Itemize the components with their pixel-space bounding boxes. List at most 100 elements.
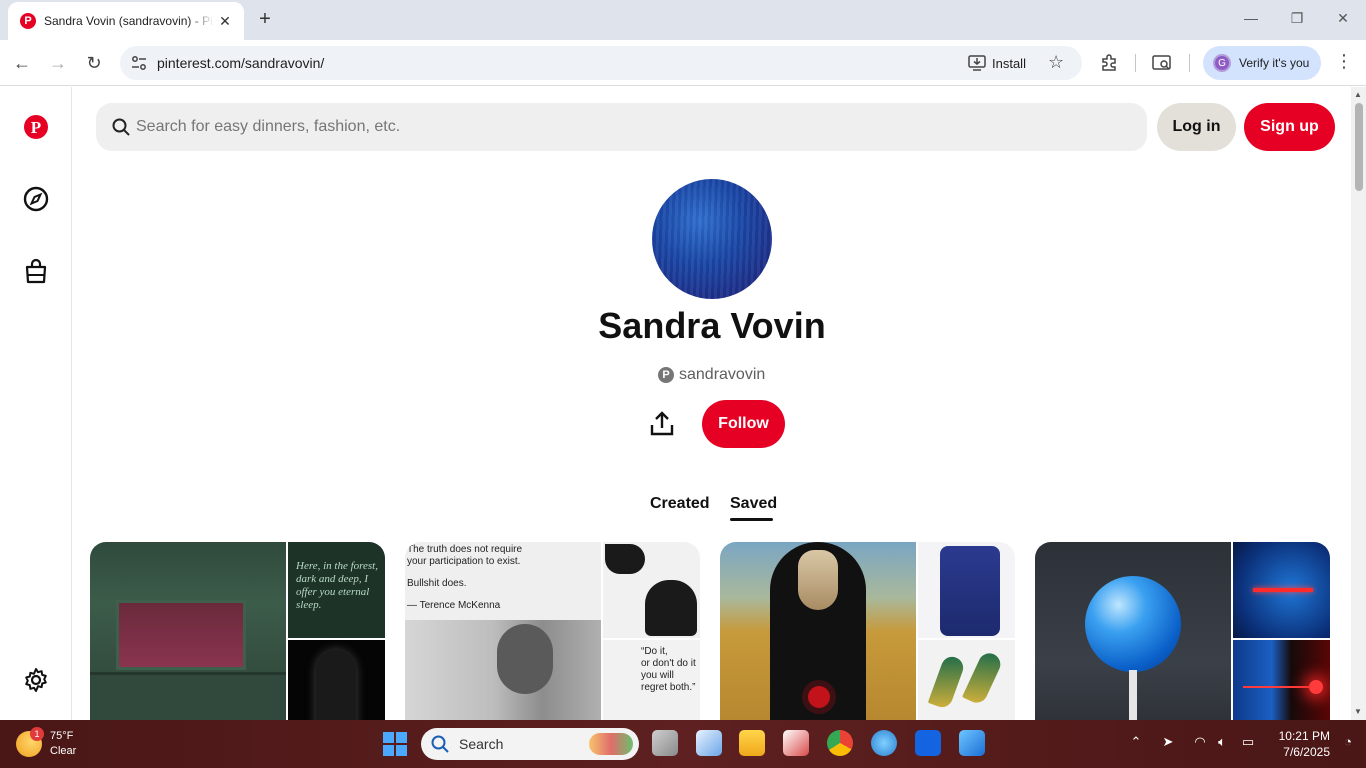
photos-viewer-icon[interactable] bbox=[959, 730, 985, 756]
board-card[interactable] bbox=[720, 542, 1015, 720]
scroll-down-arrow-icon[interactable]: ▼ bbox=[1354, 707, 1362, 716]
compass-icon[interactable] bbox=[22, 185, 50, 213]
tab-search-icon[interactable] bbox=[1150, 51, 1174, 75]
browser-tab-active[interactable]: P Sandra Vovin (sandravovin) - Pinterest… bbox=[8, 2, 244, 40]
taskbar-search-box[interactable]: Search bbox=[421, 728, 639, 760]
search-input[interactable] bbox=[136, 103, 1126, 151]
browser-menu-icon[interactable]: ⋮ bbox=[1334, 51, 1354, 72]
mckenna-quote: The truth does not require your particip… bbox=[407, 544, 522, 612]
window-restore-icon[interactable]: ❐ bbox=[1287, 10, 1307, 27]
board-thumb-image bbox=[288, 640, 385, 720]
laser-glow-image bbox=[1309, 680, 1323, 694]
follow-button[interactable]: Follow bbox=[702, 400, 785, 448]
paint-app-icon[interactable] bbox=[871, 730, 897, 756]
share-button[interactable] bbox=[646, 408, 678, 440]
notification-bell-icon[interactable]: ◔ bbox=[1338, 734, 1358, 749]
sign-up-button[interactable]: Sign up bbox=[1244, 103, 1335, 151]
reload-icon[interactable]: ↻ bbox=[82, 51, 106, 75]
settings-gear-icon[interactable] bbox=[22, 666, 50, 694]
pin-search-bar[interactable] bbox=[96, 103, 1147, 151]
scroll-up-arrow-icon[interactable]: ▲ bbox=[1354, 90, 1362, 99]
profile-avatar bbox=[652, 179, 772, 299]
board-card[interactable]: Here, in the forest, dark and deep, I of… bbox=[90, 542, 385, 720]
windows-start-icon[interactable] bbox=[383, 732, 407, 756]
site-info-icon[interactable] bbox=[130, 54, 148, 72]
dropbox-app-icon[interactable] bbox=[915, 730, 941, 756]
mask-face-image bbox=[798, 550, 838, 610]
quote-line: your participation to exist. bbox=[407, 556, 521, 567]
start-tile bbox=[396, 745, 407, 756]
quote-line: you will bbox=[641, 670, 674, 681]
window-close-icon[interactable]: ✕ bbox=[1333, 10, 1353, 27]
search-icon bbox=[431, 735, 449, 753]
board-thumb-image: Here, in the forest, dark and deep, I of… bbox=[288, 542, 385, 638]
quote-line: “Do it, bbox=[641, 646, 668, 657]
board-thumb-image bbox=[918, 542, 1015, 638]
weather-condition: Clear bbox=[50, 745, 77, 757]
forward-arrow-icon[interactable]: → bbox=[46, 51, 70, 75]
tray-overflow-chevron-icon[interactable]: ⌃ bbox=[1126, 734, 1146, 750]
chrome-browser-icon[interactable] bbox=[827, 730, 853, 756]
quote-line: Bullshit does. bbox=[407, 578, 467, 589]
red-medal-image bbox=[808, 686, 830, 708]
board-cover-image bbox=[90, 542, 286, 720]
bookmark-star-icon[interactable]: ☆ bbox=[1048, 52, 1064, 73]
pinterest-logo-icon[interactable]: P bbox=[22, 113, 50, 141]
window-minimize-icon[interactable]: — bbox=[1241, 10, 1261, 26]
red-laser-image bbox=[1253, 588, 1313, 592]
address-bar[interactable]: pinterest.com/sandravovin/ Install ☆ bbox=[120, 46, 1082, 80]
page-scrollbar[interactable]: ▲ ▼ bbox=[1351, 87, 1366, 720]
tab-saved[interactable]: Saved bbox=[730, 495, 777, 513]
battery-icon[interactable]: ▭ bbox=[1238, 734, 1258, 750]
taskbar-search-label: Search bbox=[459, 736, 504, 752]
snipping-tool-icon[interactable] bbox=[783, 730, 809, 756]
log-in-button[interactable]: Log in bbox=[1157, 103, 1236, 151]
task-view-icon[interactable] bbox=[652, 730, 678, 756]
scrollbar-thumb[interactable] bbox=[1355, 103, 1363, 191]
left-navigation-rail: P bbox=[0, 87, 72, 720]
board-cover-image bbox=[720, 542, 916, 720]
portrait-photo bbox=[405, 620, 601, 720]
board-cover-image: The truth does not require your particip… bbox=[405, 542, 601, 720]
extensions-puzzle-icon[interactable] bbox=[1097, 51, 1121, 75]
back-arrow-icon[interactable]: ← bbox=[10, 51, 34, 75]
tab-created[interactable]: Created bbox=[650, 495, 710, 513]
veiled-figure-image bbox=[316, 650, 356, 720]
tab-close-icon[interactable]: ✕ bbox=[216, 13, 234, 30]
clock-date: 7/6/2025 bbox=[1283, 745, 1330, 759]
moon-weather-icon: 1 bbox=[16, 727, 44, 757]
weather-temp: 75°F bbox=[50, 730, 74, 742]
new-tab-plus-icon[interactable]: + bbox=[254, 9, 276, 31]
location-arrow-icon[interactable]: ➤ bbox=[1158, 734, 1178, 750]
search-highlight-image bbox=[589, 733, 633, 755]
photos-app-icon[interactable] bbox=[696, 730, 722, 756]
weather-widget[interactable]: 1 75°F Clear bbox=[16, 726, 76, 762]
toolbar-divider bbox=[1135, 54, 1136, 72]
wifi-icon[interactable]: ◠ bbox=[1190, 734, 1210, 750]
file-explorer-icon[interactable] bbox=[739, 730, 765, 756]
board-card[interactable] bbox=[1035, 542, 1330, 720]
install-app-button[interactable]: Install bbox=[968, 52, 1026, 74]
pinterest-mini-logo-icon: P bbox=[658, 367, 674, 383]
svg-text:P: P bbox=[31, 118, 41, 137]
verify-label: Verify it's you bbox=[1239, 56, 1310, 70]
browser-toolbar: ← → ↻ pinterest.com/sandravovin/ Install… bbox=[0, 40, 1366, 86]
verify-profile-button[interactable]: G Verify it's you bbox=[1203, 46, 1321, 80]
board-cover-image bbox=[1035, 542, 1231, 720]
board-thumb-image bbox=[1233, 640, 1330, 720]
quote-gap bbox=[407, 568, 522, 578]
volume-icon[interactable]: 🔈︎ bbox=[1212, 734, 1232, 750]
portrait-head-image bbox=[497, 624, 553, 694]
tab-title: Sandra Vovin (sandravovin) - Pinterest bbox=[44, 14, 214, 28]
quote-line: or don't do it bbox=[641, 658, 696, 669]
active-tab-underline bbox=[730, 518, 773, 521]
start-tile bbox=[396, 732, 407, 743]
profile-handle[interactable]: P sandravovin bbox=[658, 365, 765, 385]
quote-gap bbox=[407, 590, 522, 600]
board-card[interactable]: The truth does not require your particip… bbox=[405, 542, 700, 720]
shopping-bag-icon[interactable] bbox=[22, 257, 50, 285]
system-clock[interactable]: 10:21 PM 7/6/2025 bbox=[1266, 728, 1330, 760]
start-tile bbox=[383, 732, 394, 743]
url-text[interactable]: pinterest.com/sandravovin/ bbox=[157, 55, 324, 71]
forest-quote-text: Here, in the forest, dark and deep, I of… bbox=[296, 560, 378, 611]
